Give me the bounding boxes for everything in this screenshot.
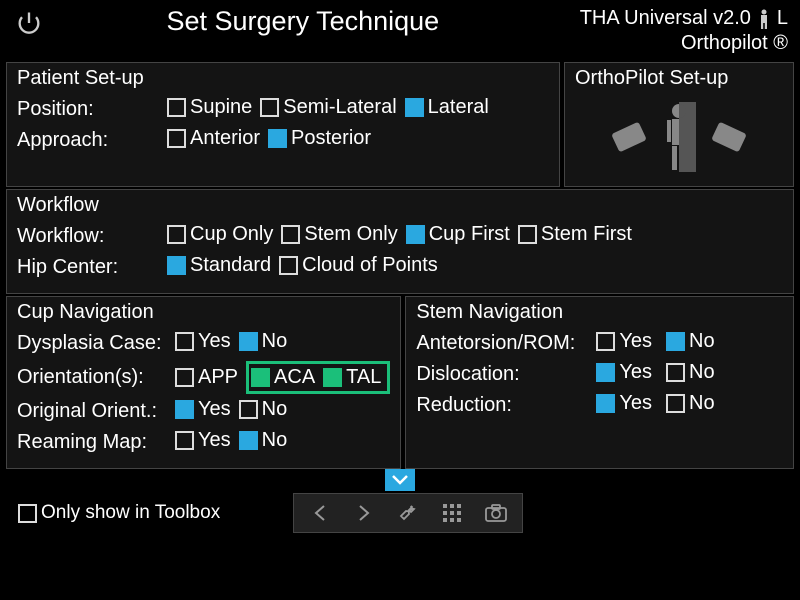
checkbox-reduction-yes[interactable]: Yes (596, 392, 652, 415)
checkbox-dysplasia-no[interactable]: No (239, 330, 288, 353)
version-block: THA Universal v2.0 L Orthopilot ® (580, 6, 788, 56)
checkbox-workflow-cup-only[interactable]: Cup Only (167, 223, 273, 246)
patient-setup-title: Patient Set-up (17, 67, 549, 90)
checkbox-antetorsion-no[interactable]: No (666, 330, 715, 353)
camera-icon[interactable] (476, 496, 516, 530)
dysplasia-label: Dysplasia Case: (17, 332, 175, 355)
checkbox-position-supine[interactable]: Supine (167, 96, 252, 119)
reduction-label: Reduction: (416, 394, 596, 417)
reaming-map-label: Reaming Map: (17, 431, 175, 454)
checkbox-dislocation-no[interactable]: No (666, 361, 715, 384)
page-title: Set Surgery Technique (26, 6, 580, 37)
checkbox-position-semi-lateral[interactable]: Semi-Lateral (260, 96, 396, 119)
checkbox-reduction-no[interactable]: No (666, 392, 715, 415)
orthopilot-setup-title: OrthoPilot Set-up (575, 67, 783, 90)
only-toolbox-label: Only show in Toolbox (41, 502, 220, 524)
checkbox-reaming-no[interactable]: No (239, 429, 288, 452)
checkbox-orig-orient-no[interactable]: No (239, 398, 288, 421)
stem-nav-title: Stem Navigation (416, 301, 783, 324)
person-icon (757, 9, 771, 29)
checkbox-dislocation-yes[interactable]: Yes (596, 361, 652, 384)
dislocation-label: Dislocation: (416, 363, 596, 386)
hipcenter-label: Hip Center: (17, 256, 167, 279)
checkbox-approach-anterior[interactable]: Anterior (167, 127, 260, 150)
checkbox-tal[interactable]: TAL (323, 366, 381, 389)
patient-setup-section: Patient Set-up Position: Supine Semi-Late… (6, 62, 560, 187)
cup-navigation-section: Cup Navigation Dysplasia Case: Yes No Ori… (6, 296, 401, 469)
antetorsion-label: Antetorsion/ROM: (416, 332, 596, 355)
orthopilot-setup-section: OrthoPilot Set-up (564, 62, 794, 187)
workflow-label: Workflow: (17, 225, 167, 248)
brand-text: Orthopilot ® (580, 31, 788, 56)
checkbox-app[interactable]: APP (175, 366, 238, 389)
grid-icon[interactable] (432, 496, 472, 530)
orthopilot-visual[interactable] (575, 96, 783, 178)
side-indicator: L (777, 6, 788, 31)
checkbox-position-lateral[interactable]: Lateral (405, 96, 489, 119)
orientation-highlight: ACA TAL (246, 361, 390, 394)
tracker-right-icon (711, 122, 747, 153)
checkbox-antetorsion-yes[interactable]: Yes (596, 330, 652, 353)
checkbox-reaming-yes[interactable]: Yes (175, 429, 231, 452)
expand-down-button[interactable] (385, 469, 415, 491)
checkbox-aca[interactable]: ACA (251, 366, 315, 389)
cup-nav-title: Cup Navigation (17, 301, 390, 324)
checkbox-workflow-stem-first[interactable]: Stem First (518, 223, 632, 246)
approach-label: Approach: (17, 129, 167, 152)
checkbox-dysplasia-yes[interactable]: Yes (175, 330, 231, 353)
checkbox-workflow-stem-only[interactable]: Stem Only (281, 223, 397, 246)
wrench-icon[interactable] (388, 496, 428, 530)
prev-button[interactable] (300, 496, 340, 530)
original-orient-label: Original Orient.: (17, 400, 175, 423)
next-button[interactable] (344, 496, 384, 530)
checkbox-workflow-cup-first[interactable]: Cup First (406, 223, 510, 246)
workflow-section: Workflow Workflow: Cup Only Stem Only Cup … (6, 189, 794, 294)
tracker-left-icon (611, 122, 647, 153)
checkbox-approach-posterior[interactable]: Posterior (268, 127, 371, 150)
checkbox-orig-orient-yes[interactable]: Yes (175, 398, 231, 421)
checkbox-hipcenter-standard[interactable]: Standard (167, 254, 271, 277)
orientation-label: Orientation(s): (17, 366, 175, 389)
workflow-title: Workflow (17, 194, 783, 217)
checkbox-hipcenter-cloud-of-points[interactable]: Cloud of Points (279, 254, 438, 277)
position-label: Position: (17, 98, 167, 121)
checkbox-only-toolbox[interactable]: Only show in Toolbox (18, 502, 220, 524)
human-icon (662, 102, 696, 172)
version-text: THA Universal v2.0 (580, 6, 751, 31)
bottom-toolbar (293, 493, 523, 533)
stem-navigation-section: Stem Navigation Antetorsion/ROM: Yes No D… (405, 296, 794, 469)
